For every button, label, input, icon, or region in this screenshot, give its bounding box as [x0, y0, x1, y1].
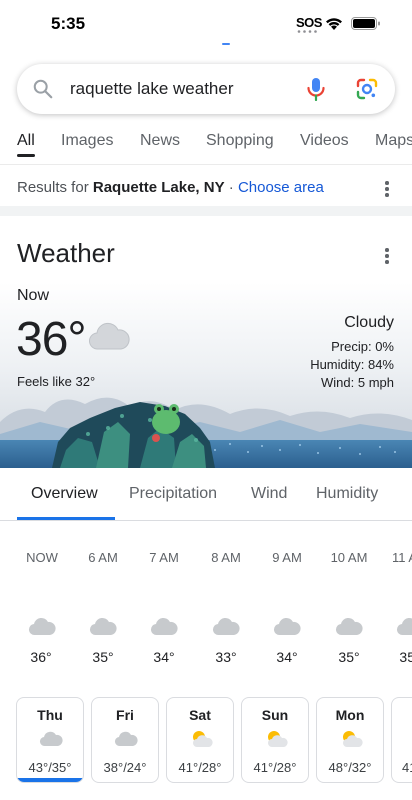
cloud-icon [114, 731, 138, 747]
tab-humidity[interactable]: Humidity [316, 485, 378, 503]
search-input[interactable]: raquette lake weather [70, 79, 234, 99]
day-card-sun[interactable]: Sun 41°/28° [241, 697, 309, 783]
hour-temperature: 35° [399, 649, 412, 665]
selected-day-indicator [17, 778, 83, 782]
cloud-icon [28, 617, 56, 636]
day-name: Sat [189, 707, 211, 723]
results-separator: · [228, 179, 234, 196]
microphone-icon[interactable] [305, 77, 327, 101]
hour-temperature: 34° [276, 649, 298, 665]
tab-images[interactable]: Images [61, 132, 113, 150]
hour-label: 9 AM [272, 550, 302, 565]
cloud-icon [39, 731, 63, 747]
status-bar: 5:35 SOS [0, 0, 412, 48]
tab-active-indicator [17, 154, 35, 157]
results-for-prefix: Results for [17, 179, 89, 196]
hour-label: 10 AM [330, 550, 368, 565]
search-icon[interactable] [32, 78, 54, 100]
tab-wind[interactable]: Wind [251, 485, 287, 503]
cloud-icon [396, 617, 412, 636]
partly-sunny-icon [193, 731, 213, 747]
weather-title: Weather [17, 238, 115, 268]
signal-dots-icon [297, 30, 317, 33]
cloud-icon [273, 617, 301, 636]
cloud-icon [212, 617, 240, 636]
cloud-icon [150, 617, 178, 636]
tab-all[interactable]: All [17, 132, 35, 150]
hour-label: 11 AM [392, 550, 412, 565]
day-name: Sun [261, 707, 289, 723]
now-label: Now [17, 287, 50, 304]
partly-sunny-icon [268, 731, 288, 747]
day-name: Mon [335, 707, 365, 723]
results-location: Raquette Lake, NY [92, 179, 225, 196]
day-card-mon[interactable]: Mon 48°/32° [316, 697, 384, 783]
divider [0, 520, 412, 521]
search-bar[interactable]: raquette lake weather [17, 64, 395, 114]
hour-temperature: 35° [92, 649, 114, 665]
results-for-line: Results for Raquette Lake, NY · Choose a… [17, 179, 324, 196]
day-name: Fri [116, 707, 134, 723]
day-temperatures: 41°/28° [253, 760, 297, 775]
day-card-sat[interactable]: Sat 41°/28° [166, 697, 234, 783]
tab-shopping[interactable]: Shopping [206, 132, 274, 150]
current-temperature: 36° [16, 313, 87, 366]
tab-overview[interactable]: Overview [31, 485, 98, 503]
cloud-icon [89, 322, 130, 350]
day-temperatures: 41° [402, 760, 412, 775]
weather-tabs: Overview Precipitation Wind Humidity [0, 476, 412, 520]
sos-indicator: SOS [296, 15, 322, 30]
day-card-fri[interactable]: Fri 38°/24° [91, 697, 159, 783]
hour-temperature: 35° [338, 649, 360, 665]
day-temperatures: 43°/35° [28, 760, 72, 775]
day-temperatures: 41°/28° [178, 760, 222, 775]
hour-temperature: 34° [153, 649, 175, 665]
tab-news[interactable]: News [140, 132, 180, 150]
humidity-stat: Humidity: 84% [310, 357, 394, 372]
day-temperatures: 48°/32° [328, 760, 372, 775]
hour-label: NOW [26, 550, 58, 565]
partly-sunny-icon [343, 731, 363, 747]
day-card-thu[interactable]: Thu 43°/35° [16, 697, 84, 783]
scroll-indicator [222, 43, 230, 45]
status-time: 5:35 [51, 14, 86, 33]
cloud-icon [335, 617, 363, 636]
weather-condition: Cloudy [344, 314, 394, 331]
search-tabs: All Images News Shopping Videos Maps [0, 128, 412, 158]
google-lens-icon[interactable] [355, 77, 379, 101]
wind-stat: Wind: 5 mph [321, 375, 394, 390]
wifi-icon [326, 18, 342, 30]
hour-label: 8 AM [211, 550, 241, 565]
precipitation-stat: Precip: 0% [331, 339, 394, 354]
hour-temperature: 33° [215, 649, 237, 665]
tab-videos[interactable]: Videos [300, 132, 349, 150]
day-name: Thu [37, 707, 63, 723]
day-temperatures: 38°/24° [103, 760, 147, 775]
divider [0, 164, 412, 165]
battery-icon [351, 17, 380, 30]
hour-temperature: 36° [30, 649, 52, 665]
weather-more-options-icon[interactable] [385, 248, 389, 264]
feels-like: Feels like 32° [17, 374, 96, 389]
tab-precipitation[interactable]: Precipitation [129, 485, 217, 503]
hour-label: 6 AM [88, 550, 118, 565]
section-separator [0, 206, 412, 216]
choose-area-link[interactable]: Choose area [238, 179, 324, 196]
cloud-icon [89, 617, 117, 636]
hour-label: 7 AM [149, 550, 179, 565]
tab-maps[interactable]: Maps [375, 132, 412, 150]
day-card-next[interactable]: 41° [391, 697, 412, 783]
more-options-icon[interactable] [385, 181, 389, 197]
